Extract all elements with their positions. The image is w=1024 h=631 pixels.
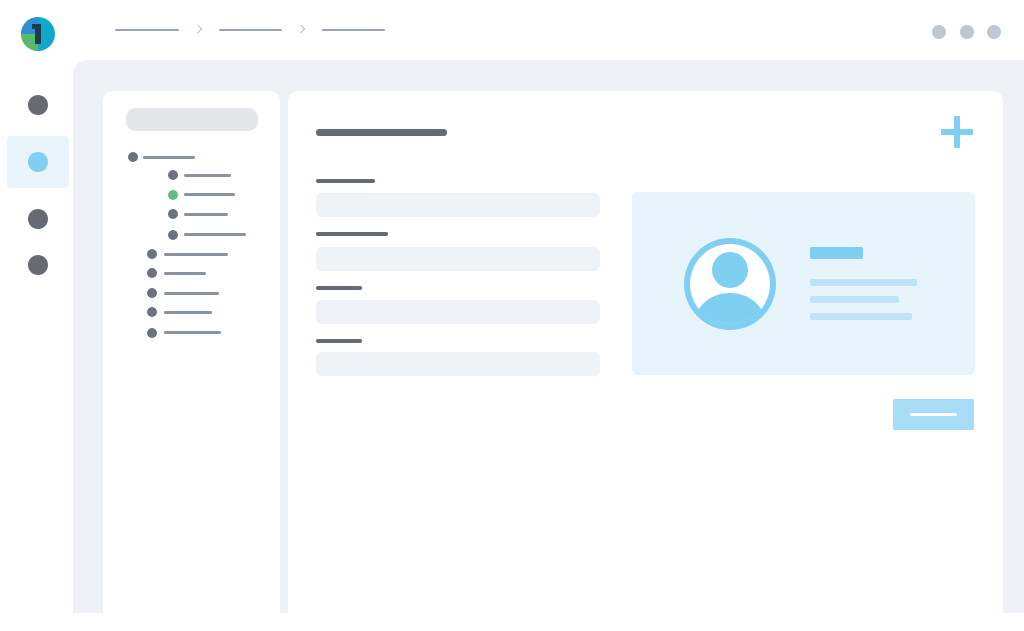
form-field-1[interactable] [316,193,600,217]
window-dot-icon[interactable] [960,25,974,39]
tree-item[interactable] [164,292,219,295]
window-dot-icon[interactable] [932,25,946,39]
field-label [316,339,362,343]
chevron-right-icon [296,24,306,34]
submit-button-label [910,413,957,416]
window-dot-icon[interactable] [987,25,1001,39]
chevron-right-icon [193,24,203,34]
tree-node-dot [147,268,157,278]
tree-item[interactable] [164,311,212,314]
tree-node-dot [147,249,157,259]
breadcrumb-item-3[interactable] [322,29,385,31]
profile-detail [810,296,899,303]
form-field-2[interactable] [316,247,600,271]
profile-detail [810,313,912,320]
nav-rail-item-4[interactable] [28,255,48,275]
breadcrumb-item-2[interactable] [219,29,282,31]
profile-name [810,247,863,259]
tree-item[interactable] [184,233,246,236]
profile-card [632,192,975,375]
nav-rail-item-1[interactable] [28,95,48,115]
tree-item[interactable] [143,156,195,159]
tree-search-input[interactable] [126,108,258,131]
tree-item[interactable] [164,253,228,256]
tree-panel [103,91,280,631]
form-field-3[interactable] [316,300,600,324]
tree-node-dot [147,307,157,317]
tree-item[interactable] [164,331,221,334]
breadcrumb-item-1[interactable] [115,29,179,31]
nav-rail-item-3[interactable] [28,209,48,229]
tree-node-dot-selected [168,190,178,200]
tree-node-dot [147,328,157,338]
field-label [316,232,388,236]
app-logo-icon[interactable] [20,16,56,52]
nav-rail-item-2-active[interactable] [28,152,48,172]
tree-node-dot [147,288,157,298]
breadcrumb [110,20,400,40]
top-bar [0,0,1024,60]
tree-node-dot [168,230,178,240]
tree-node-dot [168,209,178,219]
tree-item[interactable] [184,213,228,216]
field-label [316,286,362,290]
add-button[interactable] [940,115,974,149]
submit-button[interactable] [893,399,974,430]
tree-node-dot [168,170,178,180]
page-title [316,129,447,136]
profile-detail [810,279,917,286]
tree-item[interactable] [164,272,206,275]
tree-item[interactable] [184,174,231,177]
user-avatar-icon [684,238,776,330]
plus-icon [941,116,973,148]
form-field-4[interactable] [316,352,600,376]
tree-item-selected[interactable] [184,193,235,196]
tree-node-dot [128,152,138,162]
field-label [316,179,375,183]
